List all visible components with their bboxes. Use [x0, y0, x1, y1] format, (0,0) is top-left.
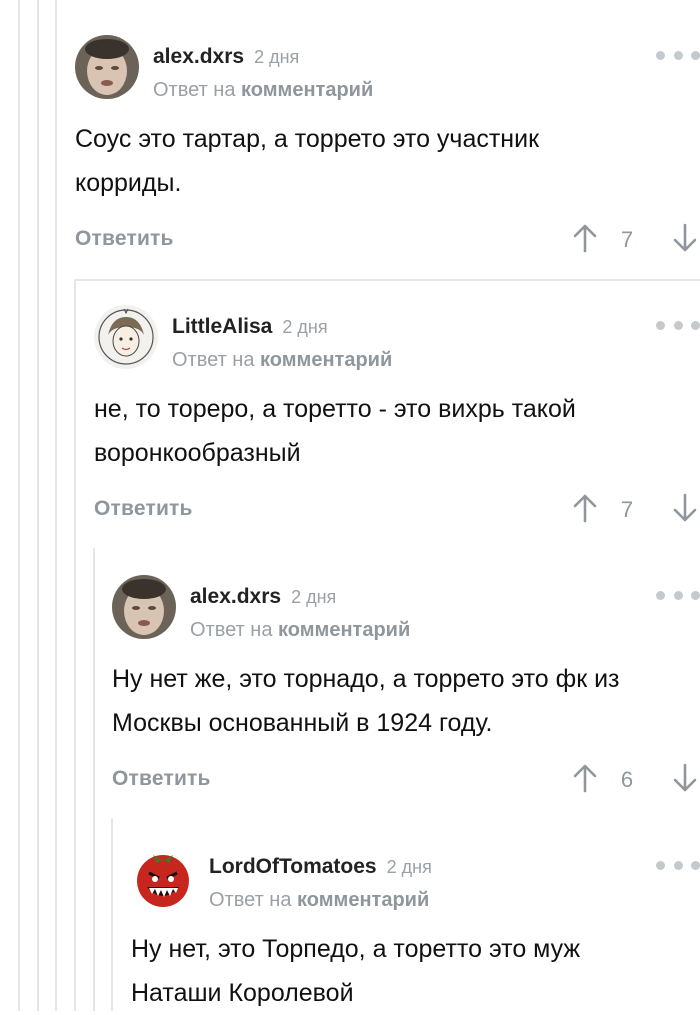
reply-to: Ответ на комментарий	[172, 349, 393, 371]
thread-branch	[74, 279, 700, 281]
thread-line	[18, 0, 20, 1011]
arrow-up-icon[interactable]	[572, 763, 598, 793]
thread-line	[74, 279, 76, 1011]
comment-time: 2 дня	[386, 857, 432, 877]
reply-button[interactable]: Ответить	[75, 227, 174, 251]
thread-line	[111, 818, 113, 1011]
comment: alex.dxrs 2 дня Ответ на комментарий Ну н…	[112, 575, 700, 805]
username[interactable]: alex.dxrs 2 дня	[153, 45, 299, 69]
arrow-up-icon[interactable]	[572, 493, 598, 523]
thread-line	[55, 0, 57, 1011]
angry-tomato-icon	[131, 845, 195, 909]
more-dots-icon[interactable]	[656, 585, 700, 605]
reply-button[interactable]: Ответить	[112, 767, 211, 791]
face-photo-icon	[112, 575, 176, 639]
reply-to-link[interactable]: комментарий	[260, 349, 392, 371]
more-dots-icon[interactable]	[656, 855, 700, 875]
vote-count: 6	[620, 767, 634, 792]
avatar[interactable]	[75, 35, 139, 99]
sketch-girl-icon	[94, 305, 158, 369]
comment-time: 2 дня	[254, 47, 300, 67]
username[interactable]: LordOfTomatoes 2 дня	[209, 855, 432, 879]
arrow-down-icon[interactable]	[672, 493, 698, 523]
more-dots-icon[interactable]	[656, 45, 700, 65]
comment-time: 2 дня	[291, 587, 337, 607]
comment: LittleAlisa 2 дня Ответ на комментарий не…	[94, 305, 700, 535]
avatar[interactable]	[131, 845, 195, 909]
arrow-down-icon[interactable]	[672, 223, 698, 253]
face-photo-icon	[75, 35, 139, 99]
comment: LordOfTomatoes 2 дня Ответ на комментарий…	[131, 845, 700, 1011]
username[interactable]: alex.dxrs 2 дня	[190, 585, 336, 609]
comment-text: не, то тореро, а торетто - это вихрь так…	[94, 395, 576, 467]
comment-time: 2 дня	[282, 317, 328, 337]
more-dots-icon[interactable]	[656, 315, 700, 335]
username[interactable]: LittleAlisa 2 дня	[172, 315, 328, 339]
comment-text: Соус это тартар, а торрето это участник …	[75, 125, 540, 197]
comment-text: Ну нет же, это торнадо, а торрето это фк…	[112, 665, 620, 737]
avatar[interactable]	[94, 305, 158, 369]
comment: alex.dxrs 2 дня Ответ на комментарий Соус…	[75, 35, 700, 265]
comment-text: Ну нет, это Торпедо, а торетто это муж Н…	[131, 935, 581, 1007]
thread-line	[37, 0, 39, 1011]
reply-to: Ответ на комментарий	[209, 889, 430, 911]
arrow-down-icon[interactable]	[672, 763, 698, 793]
thread-line	[93, 548, 95, 1011]
vote-count: 7	[620, 227, 634, 252]
reply-to: Ответ на комментарий	[190, 619, 411, 641]
reply-to-link[interactable]: комментарий	[241, 79, 373, 101]
reply-to: Ответ на комментарий	[153, 79, 374, 101]
avatar[interactable]	[112, 575, 176, 639]
vote-count: 7	[620, 497, 634, 522]
arrow-up-icon[interactable]	[572, 223, 598, 253]
reply-to-link[interactable]: комментарий	[278, 619, 410, 641]
reply-button[interactable]: Ответить	[94, 497, 193, 521]
reply-to-link[interactable]: комментарий	[297, 889, 429, 911]
